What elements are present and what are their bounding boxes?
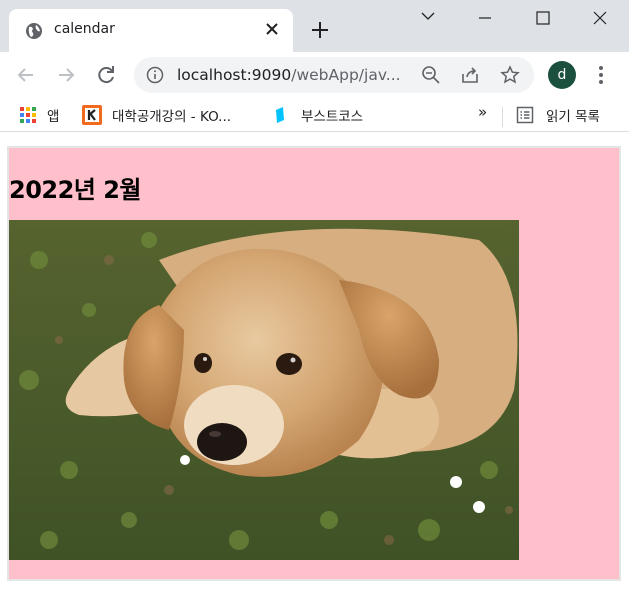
tab-search-chevron-icon[interactable] <box>399 0 457 36</box>
bookmark-star-icon[interactable] <box>500 65 520 85</box>
reload-icon[interactable] <box>94 63 118 87</box>
new-tab-icon[interactable] <box>309 19 331 41</box>
url-host: localhost:9090 <box>177 66 292 84</box>
close-tab-icon[interactable] <box>264 21 280 37</box>
bookmark-apps[interactable]: 앱 <box>47 105 59 125</box>
reading-list-icon[interactable] <box>516 106 534 124</box>
tab-calendar[interactable]: calendar <box>9 9 293 52</box>
apps-grid-icon[interactable] <box>19 106 37 124</box>
puppy-image <box>9 220 519 560</box>
zoom-icon[interactable] <box>421 65 441 85</box>
url-path: /webApp/jav... <box>291 66 401 84</box>
bookmarks-overflow[interactable]: » <box>478 103 487 123</box>
site-info-icon[interactable] <box>146 66 164 84</box>
calendar-heading: 2022년 2월 <box>9 176 142 204</box>
profile-avatar[interactable]: d <box>548 61 576 89</box>
window-close-icon[interactable] <box>571 0 629 36</box>
kocw-logo-icon <box>82 105 102 125</box>
minimize-icon[interactable] <box>456 0 514 36</box>
puppy-photo <box>9 220 519 560</box>
back-arrow-icon[interactable] <box>14 63 38 87</box>
tab-strip: calendar <box>0 0 629 52</box>
url-text[interactable]: localhost:9090/webApp/jav... <box>177 66 401 84</box>
boostcourse-logo-icon <box>276 107 284 123</box>
globe-icon <box>26 23 42 39</box>
more-menu-icon[interactable] <box>591 63 611 87</box>
bookmark-boostcourse[interactable]: 부스트코스 <box>301 105 363 125</box>
bookmark-kocw[interactable]: 대학공개강의 - KO... <box>112 105 231 125</box>
bookmarks-bar: 앱 대학공개강의 - KO... 부스트코스 » 읽기 목록 <box>0 98 629 132</box>
maximize-icon[interactable] <box>514 0 572 36</box>
tab-title: calendar <box>54 21 115 37</box>
address-bar[interactable]: localhost:9090/webApp/jav... <box>134 57 534 93</box>
forward-arrow-icon[interactable] <box>54 63 78 87</box>
bookmarks-divider <box>502 107 503 127</box>
share-icon[interactable] <box>460 65 480 85</box>
reading-list-label[interactable]: 읽기 목록 <box>546 105 600 125</box>
browser-toolbar: localhost:9090/webApp/jav... d <box>0 52 629 98</box>
